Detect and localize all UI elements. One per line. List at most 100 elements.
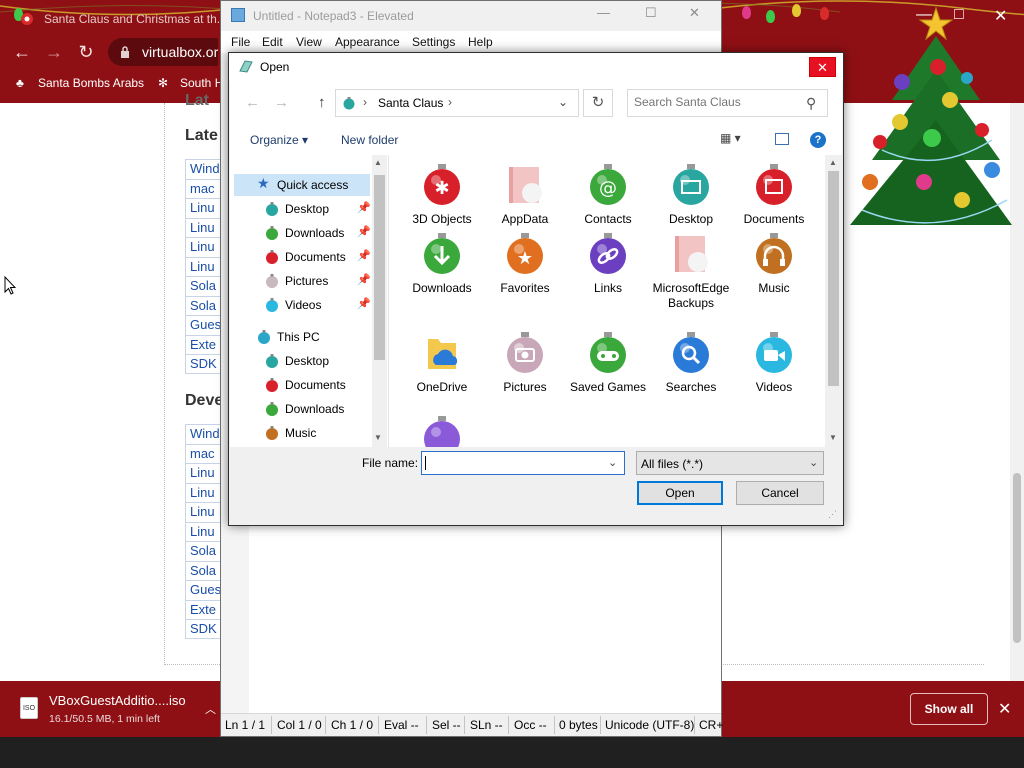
back-arrow-icon[interactable]: ← [245, 94, 260, 111]
item-appdata[interactable]: AppData [485, 163, 565, 227]
package-link[interactable]: Gues [185, 315, 225, 335]
reload-icon[interactable]: ↻ [76, 42, 96, 62]
item-downloads[interactable]: Downloads [402, 232, 482, 296]
file-name-input[interactable] [425, 455, 601, 471]
pin-icon[interactable]: 📌 [357, 201, 371, 214]
pin-icon[interactable]: 📌 [357, 273, 371, 286]
item-links[interactable]: Links [568, 232, 648, 296]
package-link[interactable]: Linu [185, 482, 225, 502]
bookmark-santa-bombs[interactable]: Santa Bombs Arabs [38, 76, 144, 90]
browser-tab[interactable]: Santa Claus and Christmas at th... [10, 4, 225, 34]
resize-grip-icon[interactable]: ⋰ [828, 509, 837, 520]
open-button[interactable]: Open [637, 481, 723, 505]
chevron-down-icon[interactable]: ⌄ [809, 456, 818, 469]
nav-qa-pictures[interactable]: Pictures 📌 [265, 270, 371, 292]
package-link[interactable]: Linu [185, 256, 225, 276]
package-link[interactable]: Sola [185, 560, 225, 580]
download-item[interactable]: ISO VBoxGuestAdditio....iso 16.1/50.5 MB… [16, 691, 226, 727]
search-input[interactable] [634, 95, 794, 109]
item-desktop[interactable]: Desktop [651, 163, 731, 227]
package-link[interactable]: Linu [185, 521, 225, 541]
search-box[interactable]: ⚲ [627, 89, 828, 117]
breadcrumb[interactable]: › Santa Claus › ⌄ [335, 89, 579, 117]
menu-edit[interactable]: Edit [262, 35, 283, 49]
pin-icon[interactable]: 📌 [357, 225, 371, 238]
breadcrumb-current[interactable]: Santa Claus [378, 96, 443, 110]
nav-qa-desktop[interactable]: Desktop 📌 [265, 198, 371, 220]
back-arrow-icon[interactable]: ← [12, 42, 32, 62]
notepad-close-icon[interactable]: ✕ [689, 5, 700, 21]
package-link[interactable]: Linu [185, 463, 225, 483]
package-link[interactable]: SDK [185, 619, 225, 639]
item-saved-games[interactable]: Saved Games [568, 331, 648, 395]
package-link[interactable]: Linu [185, 237, 225, 257]
nav-qa-downloads[interactable]: Downloads 📌 [265, 222, 371, 244]
up-arrow-icon[interactable]: ↑ [318, 94, 326, 111]
nav-pane-scrollbar[interactable]: ▲ ▼ [372, 155, 387, 447]
package-link[interactable]: Wind [185, 424, 225, 444]
scroll-down-icon[interactable]: ▼ [829, 433, 837, 442]
package-link[interactable]: Linu [185, 502, 225, 522]
file-list-scrollbar-thumb[interactable] [828, 171, 839, 386]
item-music[interactable]: Music [734, 232, 814, 296]
package-link[interactable]: Sola [185, 541, 225, 561]
status-encoding[interactable]: Unicode (UTF-8) [605, 718, 694, 732]
item-documents[interactable]: Documents [734, 163, 814, 227]
view-options-button[interactable]: ▦ ▾ [720, 131, 741, 145]
chevron-right-icon[interactable]: › [448, 95, 452, 109]
help-icon[interactable]: ? [810, 132, 826, 148]
refresh-button[interactable]: ↻ [583, 89, 613, 117]
forward-arrow-icon[interactable]: → [44, 42, 64, 62]
package-link[interactable]: Gues [185, 580, 225, 600]
nav-qa-videos[interactable]: Videos 📌 [265, 294, 371, 316]
item-3d-objects[interactable]: ✱ 3D Objects [402, 163, 482, 227]
preview-pane-icon[interactable] [775, 133, 789, 145]
file-type-filter[interactable]: All files (*.*) ⌄ [636, 451, 824, 475]
package-link[interactable]: Wind [185, 159, 225, 179]
package-link[interactable]: Exte [185, 599, 225, 619]
menu-appearance[interactable]: Appearance [335, 35, 400, 49]
bookmark-south[interactable]: South H [180, 76, 223, 90]
nav-qa-documents[interactable]: Documents 📌 [265, 246, 371, 268]
pin-icon[interactable]: 📌 [357, 249, 371, 262]
package-link[interactable]: Exte [185, 334, 225, 354]
package-link[interactable]: SDK [185, 354, 225, 374]
menu-settings[interactable]: Settings [412, 35, 455, 49]
notepad-minimize-icon[interactable]: — [597, 5, 610, 20]
dialog-titlebar[interactable]: Open ✕ [229, 53, 843, 81]
package-link[interactable]: Sola [185, 276, 225, 296]
address-bar[interactable]: virtualbox.or [108, 38, 218, 66]
status-eol[interactable]: CR+ [699, 718, 723, 732]
scroll-up-icon[interactable]: ▲ [374, 158, 382, 167]
item-microsoft-edge-backups[interactable]: MicrosoftEdgeBackups [651, 232, 731, 311]
menu-file[interactable]: File [231, 35, 250, 49]
package-link[interactable]: Linu [185, 198, 225, 218]
item-contacts[interactable]: @ Contacts [568, 163, 648, 227]
show-all-button[interactable]: Show all [910, 693, 988, 725]
item-videos[interactable]: Videos [734, 331, 814, 395]
package-link[interactable]: mac [185, 178, 225, 198]
dialog-close-button[interactable]: ✕ [809, 57, 836, 77]
package-link[interactable]: Linu [185, 217, 225, 237]
scroll-up-icon[interactable]: ▲ [829, 158, 837, 167]
chevron-down-icon[interactable]: ⌄ [608, 456, 617, 469]
notepad-titlebar[interactable]: Untitled - Notepad3 - Elevated — ☐ ✕ [221, 1, 721, 31]
item-onedrive[interactable]: OneDrive [402, 331, 482, 395]
chevron-up-icon[interactable]: ︿ [205, 701, 216, 717]
pin-icon[interactable]: 📌 [357, 297, 371, 310]
cancel-button[interactable]: Cancel [736, 481, 824, 505]
chevron-down-icon[interactable]: ⌄ [558, 95, 568, 109]
package-link[interactable]: mac [185, 443, 225, 463]
menu-view[interactable]: View [296, 35, 322, 49]
notepad-maximize-icon[interactable]: ☐ [645, 5, 657, 21]
scroll-down-icon[interactable]: ▼ [374, 433, 382, 442]
item-partial[interactable] [402, 415, 482, 447]
new-folder-button[interactable]: New folder [341, 133, 398, 147]
nav-scrollbar-thumb[interactable] [374, 175, 385, 360]
item-pictures[interactable]: Pictures [485, 331, 565, 395]
menu-help[interactable]: Help [468, 35, 493, 49]
page-scrollbar-thumb[interactable] [1013, 473, 1021, 643]
item-searches[interactable]: Searches [651, 331, 731, 395]
organize-button[interactable]: Organize ▾ [250, 133, 308, 147]
close-download-bar-icon[interactable]: ✕ [998, 699, 1011, 719]
